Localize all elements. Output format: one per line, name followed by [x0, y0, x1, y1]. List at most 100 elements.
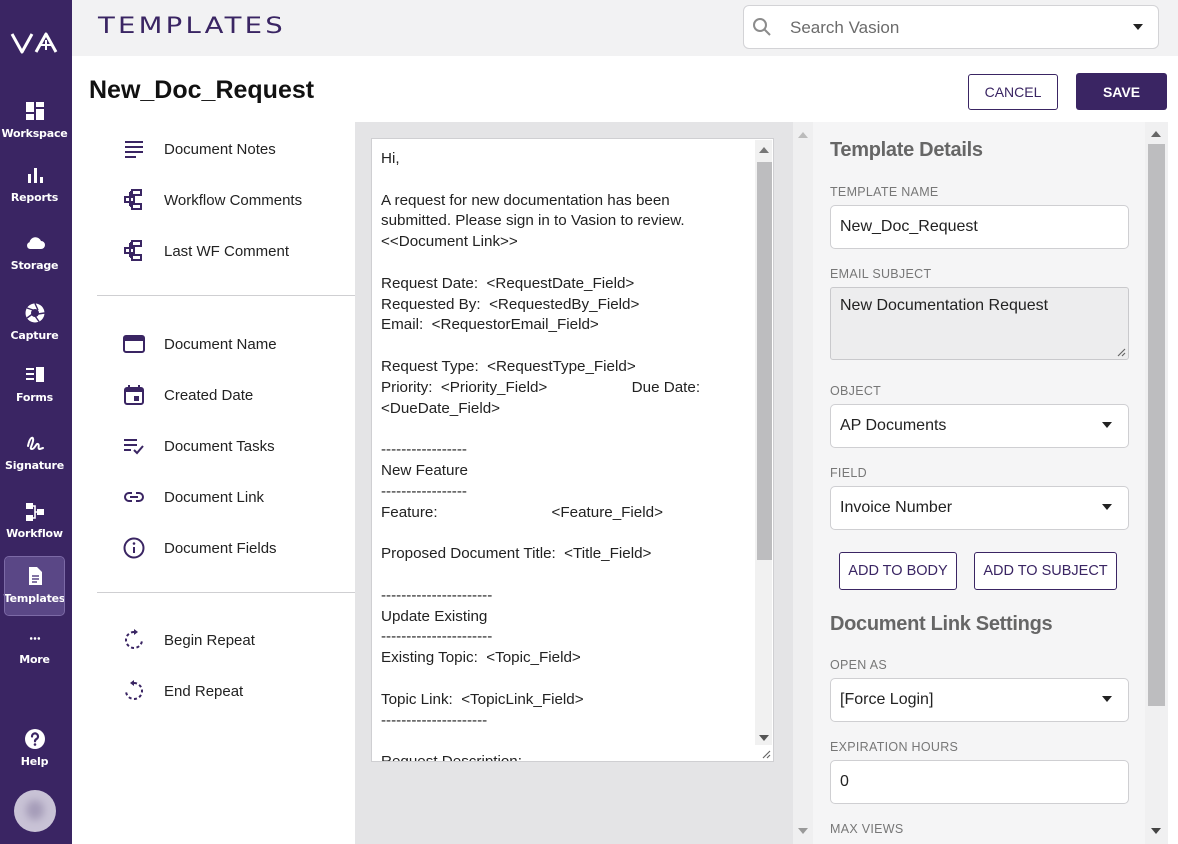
add-to-body-button[interactable]: ADD TO BODY: [839, 552, 957, 590]
field-item-created-date[interactable]: Created Date: [122, 380, 253, 410]
panel-scrollbar[interactable]: [793, 122, 813, 844]
field-item-label: Document Tasks: [164, 437, 275, 455]
more-icon: [29, 637, 40, 640]
scroll-down-icon[interactable]: [759, 735, 769, 741]
template-name-field[interactable]: [830, 205, 1129, 249]
chevron-down-icon: [1102, 696, 1112, 702]
merge-field-list: Document Notes Workflow Comments Last WF…: [72, 122, 355, 844]
field-item-end-repeat[interactable]: End Repeat: [122, 676, 243, 706]
workspace-icon: [25, 102, 44, 120]
workflow-comment-icon: [124, 189, 142, 210]
main-nav: Workspace Reports Storage Capture Forms …: [0, 0, 72, 844]
nav-reports[interactable]: Reports: [5, 156, 64, 214]
expiration-hours-field[interactable]: [830, 760, 1129, 804]
nav-label: Templates: [3, 592, 66, 605]
nav-workflow[interactable]: Workflow: [5, 492, 64, 550]
nav-label: Workflow: [6, 527, 63, 540]
nav-label: More: [19, 653, 50, 666]
details-scrollbar[interactable]: [1145, 122, 1168, 844]
scroll-down-icon[interactable]: [1151, 828, 1161, 834]
nav-capture[interactable]: Capture: [5, 294, 64, 352]
scrollbar-thumb[interactable]: [757, 162, 772, 560]
field-item-label: Document Notes: [164, 140, 276, 158]
signature-icon: [26, 436, 44, 451]
divider: [97, 592, 355, 593]
chevron-down-icon[interactable]: [1133, 24, 1143, 30]
cloud-icon: [26, 237, 45, 249]
open-as-select[interactable]: [Force Login]: [830, 678, 1129, 722]
field-item-label: Created Date: [164, 386, 254, 404]
save-button[interactable]: SAVE: [1076, 73, 1167, 110]
aperture-icon: [25, 303, 45, 323]
email-subject-input[interactable]: New Documentation Request: [840, 297, 1110, 347]
field-item-label: End Repeat: [164, 682, 244, 700]
field-item-label: Workflow Comments: [164, 191, 303, 209]
resize-handle-icon[interactable]: [1115, 346, 1126, 357]
nav-label: Signature: [5, 459, 64, 472]
template-name-input[interactable]: [840, 216, 1110, 238]
nav-signature[interactable]: Signature: [5, 424, 64, 482]
field-label: FIELD: [830, 466, 867, 480]
open-as-select-value: [Force Login]: [840, 691, 934, 708]
help-icon: [24, 729, 45, 749]
cancel-button[interactable]: CANCEL: [968, 74, 1058, 110]
document-icon: [28, 567, 42, 585]
expiration-hours-input[interactable]: [840, 771, 1110, 793]
object-select[interactable]: AP Documents: [830, 404, 1129, 448]
nav-help[interactable]: Help: [5, 720, 64, 778]
email-subject-field[interactable]: New Documentation Request: [830, 287, 1129, 360]
workflow-icon: [25, 503, 44, 521]
reports-icon: [27, 168, 43, 183]
field-item-document-name[interactable]: Document Name: [122, 329, 277, 359]
nav-label: Capture: [10, 329, 59, 342]
template-name-label: TEMPLATE NAME: [830, 185, 939, 199]
search-icon: [753, 18, 771, 36]
scroll-up-icon[interactable]: [759, 147, 769, 153]
field-item-document-tasks[interactable]: Document Tasks: [122, 431, 275, 461]
email-body-text[interactable]: Hi, A request for new documentation has …: [381, 149, 749, 761]
search-box[interactable]: [743, 5, 1159, 49]
template-details-heading: Template Details: [830, 139, 983, 161]
field-item-last-wf-comment[interactable]: Last WF Comment: [122, 236, 289, 266]
nav-forms[interactable]: Forms: [5, 356, 64, 414]
field-item-document-notes[interactable]: Document Notes: [122, 134, 276, 164]
link-icon: [124, 492, 144, 502]
field-item-workflow-comments[interactable]: Workflow Comments: [122, 185, 302, 215]
nav-label: Help: [20, 755, 49, 768]
nav-label: Storage: [10, 259, 59, 272]
scroll-down-icon[interactable]: [798, 828, 808, 834]
document-link-settings-heading: Document Link Settings: [830, 613, 1053, 635]
scrollbar-thumb[interactable]: [1148, 144, 1165, 706]
expiration-hours-label: EXPIRATION HOURS: [830, 740, 959, 754]
field-item-label: Document Link: [164, 488, 265, 506]
email-body-editor[interactable]: Hi, A request for new documentation has …: [371, 138, 774, 762]
object-label: OBJECT: [830, 384, 882, 398]
object-select-value: AP Documents: [840, 417, 947, 434]
field-item-begin-repeat[interactable]: Begin Repeat: [122, 625, 255, 655]
field-select-value: Invoice Number: [840, 499, 953, 516]
repeat-begin-icon: [125, 629, 143, 649]
field-item-label: Last WF Comment: [164, 242, 290, 260]
vasion-logo[interactable]: [10, 30, 62, 58]
forms-icon: [25, 367, 44, 382]
field-select[interactable]: Invoice Number: [830, 486, 1129, 530]
workflow-comment-icon: [124, 240, 142, 261]
field-item-document-fields[interactable]: Document Fields: [122, 533, 277, 563]
chevron-down-icon: [1102, 504, 1112, 510]
field-item-label: Begin Repeat: [164, 631, 255, 649]
scroll-up-icon[interactable]: [1151, 131, 1161, 137]
nav-workspace[interactable]: Workspace: [1, 92, 68, 150]
field-item-document-link[interactable]: Document Link: [122, 482, 264, 512]
scroll-up-icon[interactable]: [798, 132, 808, 138]
avatar[interactable]: [14, 790, 56, 832]
add-to-subject-button[interactable]: ADD TO SUBJECT: [974, 552, 1117, 590]
editor-scrollbar[interactable]: [755, 140, 772, 745]
nav-more[interactable]: More: [5, 626, 64, 684]
nav-storage[interactable]: Storage: [5, 224, 64, 282]
repeat-end-icon: [125, 680, 143, 700]
divider: [97, 295, 355, 296]
resize-handle-icon[interactable]: [760, 748, 771, 759]
nav-templates[interactable]: Templates: [3, 556, 66, 616]
search-input[interactable]: [790, 16, 1120, 40]
info-icon: [123, 537, 145, 559]
